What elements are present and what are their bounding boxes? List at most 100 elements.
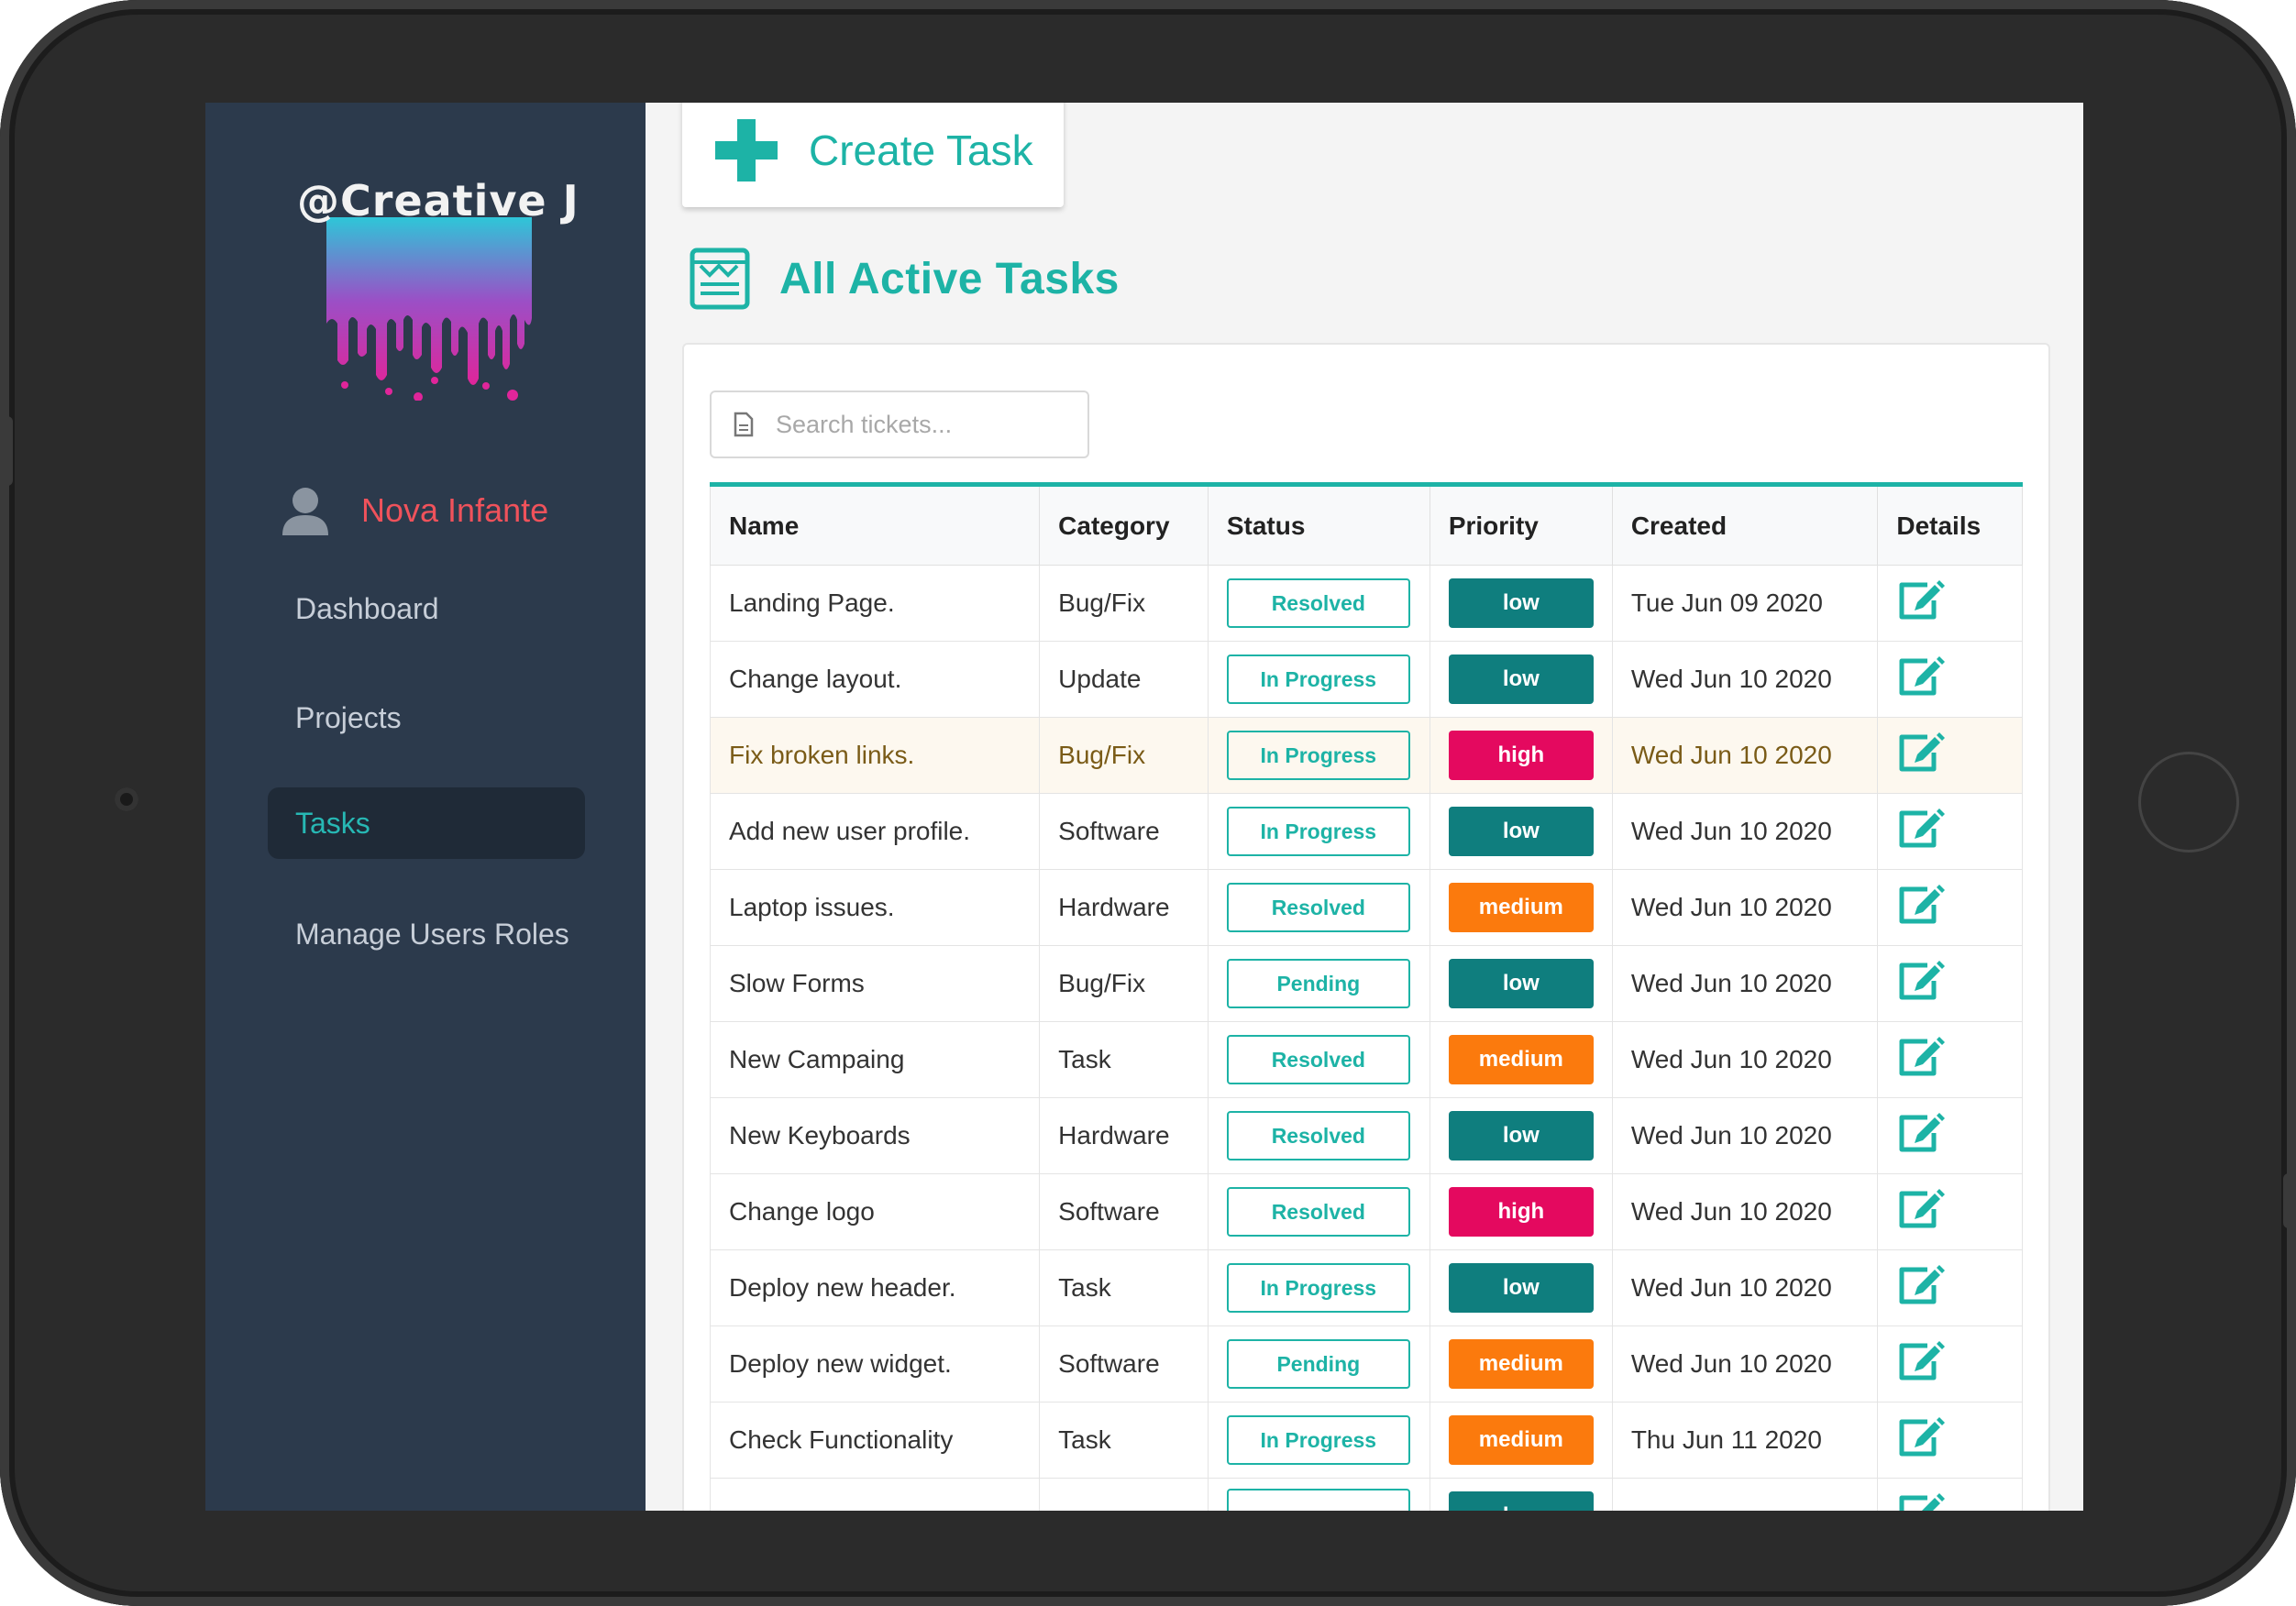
- brand-title: @Creative J: [297, 176, 580, 226]
- task-created: Wed Jun 10 2020: [1611, 1021, 1879, 1098]
- task-category: Task: [1039, 1021, 1209, 1098]
- edit-icon[interactable]: [1896, 1339, 1946, 1390]
- edit-icon[interactable]: [1896, 883, 1946, 933]
- table-row[interactable]: Add new user profile. Software In Progress…: [709, 793, 2023, 870]
- task-name: Add new user profile.: [709, 793, 1041, 870]
- edit-icon[interactable]: [1896, 578, 1946, 629]
- status-badge: Pending: [1226, 1339, 1410, 1389]
- table-row[interactable]: Change logo Software Resolved high Wed Jun 1…: [709, 1173, 2023, 1250]
- task-created: Wed Jun 10 2020: [1611, 945, 1879, 1022]
- edit-icon[interactable]: [1896, 959, 1946, 1009]
- table-row[interactable]: Fix broken links. Bug/Fix In Progress high W…: [709, 717, 2023, 794]
- table-row[interactable]: Landing Page. Bug/Fix Resolved low Tue Jun 0…: [709, 565, 2023, 642]
- user-profile[interactable]: Nova Infante: [281, 486, 548, 535]
- table-row[interactable]: Deploy new header. Task In Progress low Wed …: [709, 1249, 2023, 1326]
- create-task-button[interactable]: Create Task: [682, 103, 1064, 207]
- task-created: Thu Jun 11 2020: [1611, 1402, 1879, 1479]
- tasks-card: Name Category Status Priority Created De…: [682, 343, 2050, 1511]
- edit-icon[interactable]: [1896, 807, 1946, 857]
- edit-icon[interactable]: [1896, 1187, 1946, 1238]
- task-created: Wed Jun 10 2020: [1611, 1173, 1879, 1250]
- task-created: Wed Jun 10 2020: [1611, 717, 1879, 794]
- tablet-side-button: [2283, 1173, 2296, 1228]
- nav-item-manage-users-roles[interactable]: Manage Users Roles: [268, 898, 585, 970]
- table-row[interactable]: Laptop issues. Hardware Resolved medium Wed …: [709, 869, 2023, 946]
- table-row[interactable]: Deploy new widget. Software Pending medium W…: [709, 1326, 2023, 1402]
- status-cell: In Progress: [1207, 717, 1430, 794]
- table-row[interactable]: low: [709, 1478, 2023, 1511]
- status-cell: In Progress: [1207, 793, 1430, 870]
- task-category: Update: [1039, 641, 1209, 718]
- table-row[interactable]: New Campaing Task Resolved medium Wed Jun 10…: [709, 1021, 2023, 1098]
- status-badge: [1226, 1488, 1410, 1511]
- task-created: Wed Jun 10 2020: [1611, 1249, 1879, 1326]
- status-badge: Resolved: [1226, 1035, 1410, 1084]
- task-name: Fix broken links.: [709, 717, 1041, 794]
- details-cell: [1877, 565, 2023, 642]
- edit-icon[interactable]: [1896, 1035, 1946, 1085]
- details-cell: [1877, 1402, 2023, 1479]
- search-box[interactable]: [710, 390, 1089, 458]
- status-cell: In Progress: [1207, 1249, 1430, 1326]
- table-row[interactable]: Change layout. Update In Progress low Wed Ju…: [709, 641, 2023, 718]
- column-header-status[interactable]: Status: [1207, 484, 1430, 566]
- task-created: Wed Jun 10 2020: [1611, 793, 1879, 870]
- column-header-created[interactable]: Created: [1611, 484, 1879, 566]
- tablet-side-button: [0, 416, 13, 486]
- edit-icon[interactable]: [1896, 1491, 1946, 1511]
- status-cell: Resolved: [1207, 869, 1430, 946]
- status-badge: Resolved: [1226, 1187, 1410, 1237]
- details-cell: [1877, 1478, 2023, 1511]
- edit-icon[interactable]: [1896, 1111, 1946, 1161]
- priority-cell: low: [1429, 1097, 1613, 1174]
- priority-badge: low: [1448, 1263, 1594, 1313]
- status-badge: Pending: [1226, 959, 1410, 1008]
- status-cell: Pending: [1207, 945, 1430, 1022]
- task-created: [1611, 1478, 1879, 1511]
- details-cell: [1877, 1326, 2023, 1402]
- status-badge: Resolved: [1226, 1111, 1410, 1160]
- priority-cell: low: [1429, 641, 1613, 718]
- edit-icon[interactable]: [1896, 1415, 1946, 1466]
- nav-item-tasks[interactable]: Tasks: [268, 787, 585, 859]
- task-name: New Campaing: [709, 1021, 1041, 1098]
- edit-icon[interactable]: [1896, 654, 1946, 705]
- nav-item-dashboard[interactable]: Dashboard: [268, 573, 585, 644]
- priority-badge: low: [1448, 1111, 1594, 1160]
- status-cell: Pending: [1207, 1326, 1430, 1402]
- priority-badge: low: [1448, 578, 1594, 628]
- priority-badge: high: [1448, 1187, 1594, 1237]
- details-cell: [1877, 869, 2023, 946]
- column-header-priority[interactable]: Priority: [1429, 484, 1613, 566]
- document-icon: [734, 412, 754, 437]
- priority-badge: low: [1448, 807, 1594, 856]
- status-badge: Resolved: [1226, 578, 1410, 628]
- edit-icon[interactable]: [1896, 1263, 1946, 1314]
- priority-badge: low: [1448, 654, 1594, 704]
- task-category: Software: [1039, 1173, 1209, 1250]
- status-cell: In Progress: [1207, 1402, 1430, 1479]
- details-cell: [1877, 945, 2023, 1022]
- status-badge: In Progress: [1226, 1415, 1410, 1465]
- nav-item-projects[interactable]: Projects: [268, 682, 585, 754]
- camera-icon: [115, 787, 138, 811]
- priority-cell: low: [1429, 1249, 1613, 1326]
- table-row[interactable]: Check Functionality Task In Progress medium…: [709, 1402, 2023, 1479]
- column-header-category[interactable]: Category: [1039, 484, 1209, 566]
- home-button[interactable]: [2138, 752, 2239, 852]
- task-category: Bug/Fix: [1039, 717, 1209, 794]
- task-created: Wed Jun 10 2020: [1611, 1326, 1879, 1402]
- edit-icon[interactable]: [1896, 731, 1946, 781]
- status-badge: In Progress: [1226, 654, 1410, 704]
- search-input[interactable]: [774, 409, 1080, 440]
- user-name: Nova Infante: [361, 491, 549, 529]
- priority-cell: medium: [1429, 869, 1613, 946]
- column-header-name[interactable]: Name: [709, 484, 1041, 566]
- priority-cell: high: [1429, 1173, 1613, 1250]
- priority-cell: low: [1429, 1478, 1613, 1511]
- task-name: Change logo: [709, 1173, 1041, 1250]
- column-header-details[interactable]: Details: [1877, 484, 2023, 566]
- table-row[interactable]: New Keyboards Hardware Resolved low Wed Jun …: [709, 1097, 2023, 1174]
- table-row[interactable]: Slow Forms Bug/Fix Pending low Wed Jun 10 20…: [709, 945, 2023, 1022]
- priority-cell: medium: [1429, 1326, 1613, 1402]
